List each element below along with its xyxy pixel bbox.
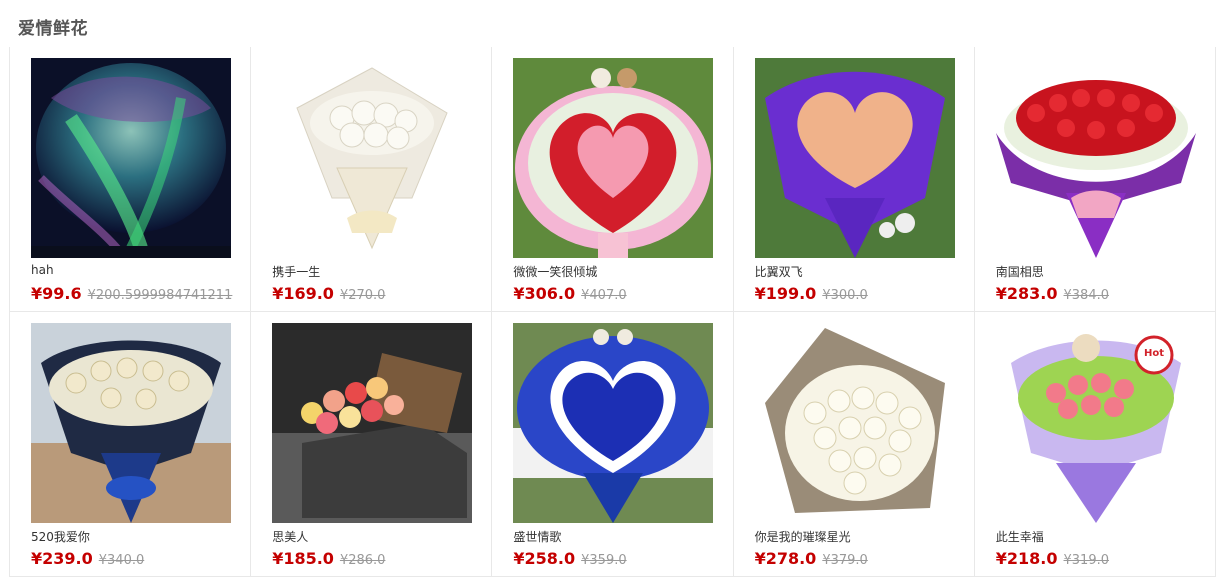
product-price: ¥239.0 (31, 549, 93, 568)
product-old-price: ¥300.0 (822, 288, 868, 303)
product-card[interactable]: 盛世情歌 ¥258.0 ¥359.0 (492, 312, 734, 577)
product-old-price: ¥270.0 (339, 288, 386, 303)
product-old-price: ¥359.0 (581, 553, 627, 568)
product-image[interactable] (513, 58, 714, 258)
price-row: ¥185.0 ¥286.0 (272, 549, 385, 568)
product-old-price: ¥200.5999984741211 (87, 288, 233, 303)
product-old-price: ¥384.0 (1063, 288, 1110, 303)
product-name[interactable]: 此生幸福 (996, 528, 1044, 545)
price-row: ¥306.0 ¥407.0 (513, 284, 626, 303)
product-card[interactable]: 思美人 ¥185.0 ¥286.0 (251, 312, 493, 577)
product-name[interactable]: 520我爱你 (31, 528, 90, 545)
product-card[interactable]: 微微一笑很倾城 ¥306.0 ¥407.0 (492, 47, 734, 312)
product-price: ¥218.0 (995, 549, 1058, 568)
product-image[interactable] (31, 58, 231, 258)
price-row: ¥218.0 ¥319.0 (996, 549, 1109, 568)
product-name[interactable]: 携手一生 (272, 263, 320, 280)
section-title: 爱情鲜花 (18, 19, 88, 39)
price-row: ¥283.0 ¥384.0 (996, 284, 1109, 303)
product-image[interactable] (995, 58, 1196, 258)
product-card[interactable]: Hot 此生幸福 ¥218.0 ¥319.0 (974, 312, 1216, 577)
product-price: ¥306.0 (513, 284, 576, 303)
product-old-price: ¥286.0 (339, 553, 386, 568)
price-row: ¥169.0 ¥270.0 (272, 284, 385, 303)
product-card[interactable]: 比翼双飞 ¥199.0 ¥300.0 (733, 47, 975, 312)
price-row: ¥278.0 ¥379.0 (755, 549, 868, 568)
product-image[interactable]: Hot (995, 323, 1196, 523)
product-image[interactable] (513, 323, 714, 523)
product-image[interactable] (272, 58, 473, 258)
product-price: ¥278.0 (754, 549, 817, 568)
product-image[interactable] (272, 323, 473, 523)
price-row: ¥239.0 ¥340.0 (31, 549, 144, 568)
product-old-price: ¥379.0 (822, 553, 868, 568)
product-card[interactable]: 南国相思 ¥283.0 ¥384.0 (974, 47, 1216, 312)
product-image[interactable] (754, 58, 955, 258)
product-name[interactable]: 微微一笑很倾城 (513, 263, 597, 280)
price-row: ¥258.0 ¥359.0 (513, 549, 626, 568)
product-card[interactable]: 520我爱你 ¥239.0 ¥340.0 (10, 312, 252, 577)
product-card[interactable]: 携手一生 ¥169.0 ¥270.0 (251, 47, 493, 312)
product-name[interactable]: 盛世情歌 (513, 528, 561, 545)
product-price: ¥99.6 (31, 284, 82, 303)
product-price: ¥283.0 (995, 284, 1058, 303)
product-name[interactable]: 比翼双飞 (755, 263, 803, 280)
product-name[interactable]: 思美人 (272, 528, 308, 545)
product-price: ¥258.0 (513, 549, 576, 568)
svg-text:Hot: Hot (1144, 348, 1164, 359)
product-name[interactable]: 南国相思 (996, 263, 1044, 280)
product-image[interactable] (754, 323, 955, 523)
product-grid: hah ¥99.6 ¥200.5999984741211 携手一生 ¥169.0… (9, 47, 1216, 577)
product-name[interactable]: hah (31, 263, 54, 277)
product-card[interactable]: hah ¥99.6 ¥200.5999984741211 (10, 47, 252, 312)
product-price: ¥169.0 (272, 284, 334, 303)
product-old-price: ¥407.0 (581, 288, 627, 303)
price-row: ¥199.0 ¥300.0 (755, 284, 868, 303)
product-price: ¥199.0 (754, 284, 817, 303)
product-price: ¥185.0 (272, 549, 334, 568)
product-name[interactable]: 你是我的璀璨星光 (755, 528, 851, 545)
product-old-price: ¥319.0 (1063, 553, 1110, 568)
product-image[interactable] (31, 323, 231, 523)
product-card[interactable]: 你是我的璀璨星光 ¥278.0 ¥379.0 (733, 312, 975, 577)
price-row: ¥99.6 ¥200.5999984741211 (31, 284, 232, 303)
product-old-price: ¥340.0 (98, 553, 145, 568)
